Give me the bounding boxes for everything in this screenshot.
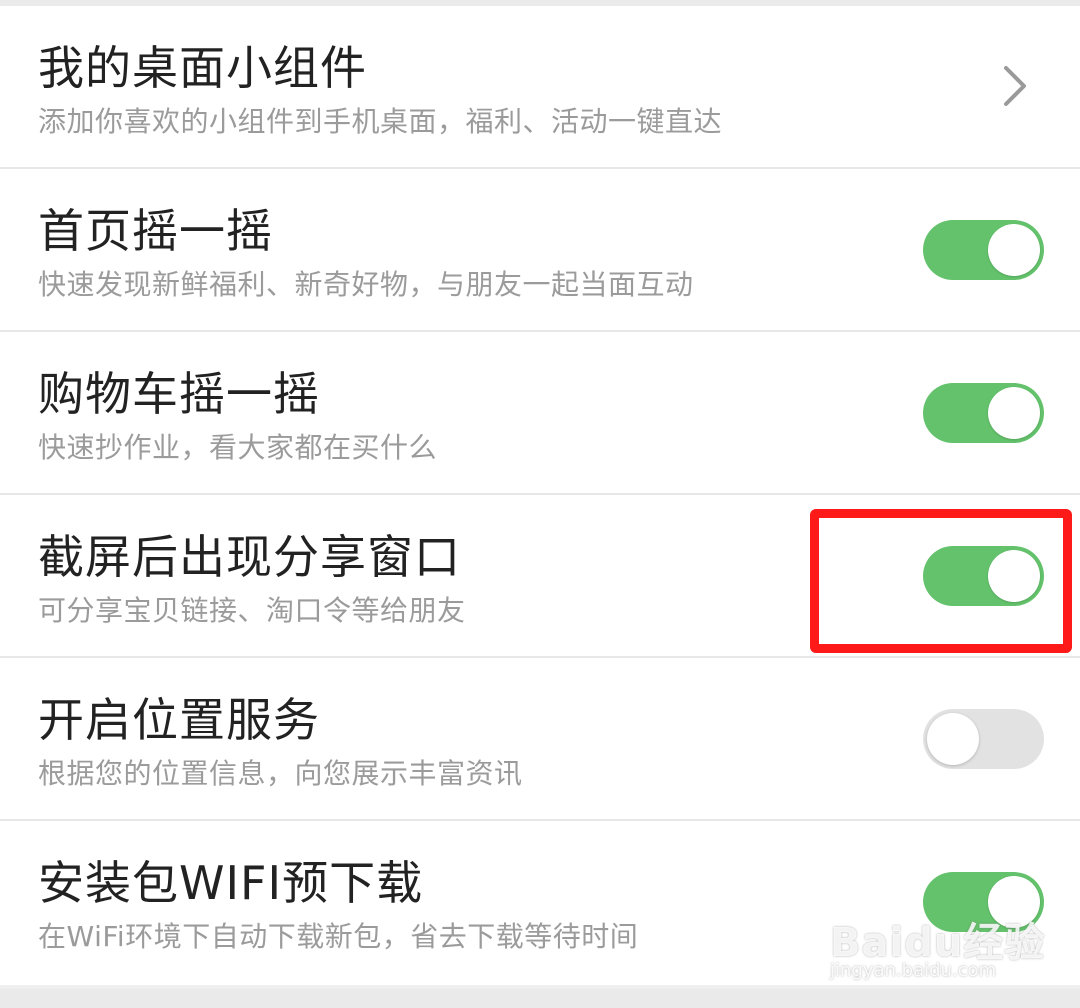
setting-title: 首页摇一摇 xyxy=(38,204,273,258)
setting-title: 购物车摇一摇 xyxy=(38,367,320,421)
setting-subtitle: 可分享宝贝链接、淘口令等给朋友 xyxy=(38,594,466,627)
setting-subtitle: 添加你喜欢的小组件到手机桌面，福利、活动一键直达 xyxy=(38,105,723,138)
setting-subtitle: 根据您的位置信息，向您展示丰富资讯 xyxy=(38,757,523,790)
setting-title: 我的桌面小组件 xyxy=(38,41,367,95)
baidu-jingyan-watermark: Baidu经验 jingyan.baidu.com xyxy=(830,890,1060,990)
setting-row-location-service: 开启位置服务 根据您的位置信息，向您展示丰富资讯 xyxy=(0,658,1080,821)
red-highlight-annotation xyxy=(810,509,1072,653)
cart-shake-toggle[interactable] xyxy=(923,383,1044,443)
setting-title: 截屏后出现分享窗口 xyxy=(38,530,461,584)
setting-title: 开启位置服务 xyxy=(38,693,320,747)
setting-subtitle: 快速发现新鲜福利、新奇好物，与朋友一起当面互动 xyxy=(38,268,694,301)
location-service-toggle[interactable] xyxy=(923,709,1044,769)
watermark-url: jingyan.baidu.com xyxy=(830,960,997,981)
setting-subtitle: 快速抄作业，看大家都在买什么 xyxy=(38,431,438,464)
setting-title: 安装包WIFI预下载 xyxy=(38,856,424,910)
setting-row-home-shake: 首页摇一摇 快速发现新鲜福利、新奇好物，与朋友一起当面互动 xyxy=(0,169,1080,332)
setting-row-cart-shake: 购物车摇一摇 快速抄作业，看大家都在买什么 xyxy=(0,332,1080,495)
settings-list: 我的桌面小组件 添加你喜欢的小组件到手机桌面，福利、活动一键直达 首页摇一摇 快… xyxy=(0,6,1080,985)
toggle-knob xyxy=(988,387,1040,439)
bottom-divider-strip xyxy=(0,989,1080,1008)
home-shake-toggle[interactable] xyxy=(923,220,1044,280)
chevron-right-icon[interactable] xyxy=(998,62,1032,110)
setting-subtitle: 在WiFi环境下自动下载新包，省去下载等待时间 xyxy=(38,920,639,953)
toggle-knob xyxy=(988,224,1040,276)
setting-row-desktop-widget[interactable]: 我的桌面小组件 添加你喜欢的小组件到手机桌面，福利、活动一键直达 xyxy=(0,6,1080,169)
toggle-knob xyxy=(927,713,979,765)
